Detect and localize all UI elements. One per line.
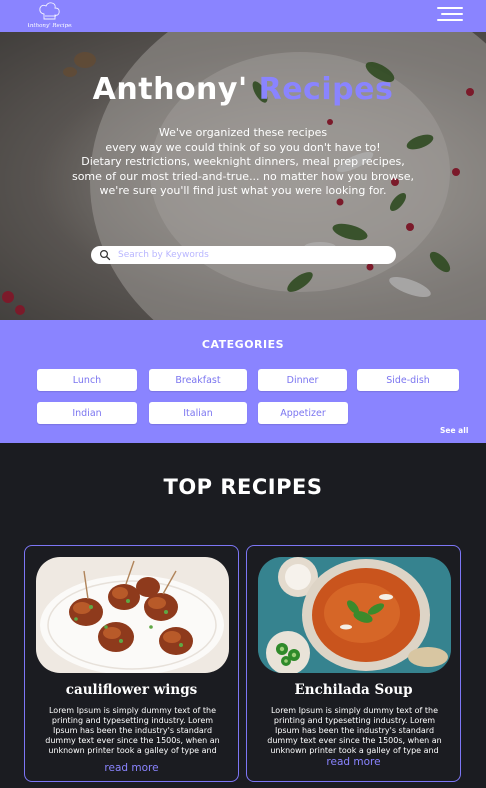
recipe-description: Lorem Ipsum is simply dummy text of the … bbox=[267, 706, 442, 755]
menu-line bbox=[437, 7, 463, 9]
search-input[interactable] bbox=[118, 246, 388, 264]
hero-text-line: every way we could think of so you don't… bbox=[105, 140, 381, 154]
enchilada-soup-image bbox=[258, 557, 451, 673]
category-button-appetizer[interactable]: Appetizer bbox=[258, 402, 348, 424]
hero-text-line: Dietary restrictions, weeknight dinners,… bbox=[81, 155, 405, 168]
cauliflower-wings-image bbox=[36, 557, 229, 673]
hero-text-line: we're sure you'll find just what you wer… bbox=[99, 184, 387, 197]
category-button-dinner[interactable]: Dinner bbox=[258, 369, 347, 391]
chef-hat-logo-icon: Anthony' Recipes bbox=[25, 2, 74, 29]
recipe-name: cauliflower wings bbox=[65, 682, 198, 698]
search-bar[interactable] bbox=[91, 246, 396, 264]
recipe-image bbox=[258, 557, 451, 673]
hamburger-menu-icon[interactable] bbox=[437, 7, 463, 23]
svg-text:Anthony' Recipes: Anthony' Recipes bbox=[28, 23, 72, 29]
hero-description: We've organized these recipes every way … bbox=[60, 126, 426, 199]
top-recipes-title: TOP RECIPES bbox=[163, 475, 323, 499]
categories-section: CATEGORIES Lunch Breakfast Dinner Side-d… bbox=[0, 320, 486, 443]
logo[interactable]: Anthony' Recipes bbox=[25, 1, 74, 31]
category-button-lunch[interactable]: Lunch bbox=[37, 369, 137, 391]
category-button-side-dish[interactable]: Side-dish bbox=[357, 369, 459, 391]
recipe-card[interactable]: Enchilada Soup Lorem Ipsum is simply dum… bbox=[246, 545, 461, 782]
hero-banner: Anthony' Recipes We've organized these r… bbox=[0, 32, 486, 320]
recipe-image bbox=[36, 557, 229, 673]
hero-title: Anthony' Recipes bbox=[0, 72, 486, 107]
hero-title-accent: Recipes bbox=[258, 72, 394, 107]
hero-text-line: some of our most tried-and-true... no ma… bbox=[71, 169, 415, 183]
category-button-breakfast[interactable]: Breakfast bbox=[149, 369, 247, 391]
search-icon bbox=[99, 249, 111, 261]
read-more-link[interactable]: read more bbox=[25, 762, 238, 774]
top-navbar: Anthony' Recipes bbox=[0, 0, 486, 32]
category-button-indian[interactable]: Indian bbox=[37, 402, 137, 424]
recipe-name: Enchilada Soup bbox=[294, 682, 413, 698]
recipe-description: Lorem Ipsum is simply dummy text of the … bbox=[45, 706, 220, 755]
see-all-link[interactable]: See all bbox=[440, 426, 468, 435]
menu-line bbox=[437, 19, 463, 21]
hero-title-main: Anthony' bbox=[92, 72, 248, 107]
read-more-link[interactable]: read more bbox=[247, 756, 460, 768]
hero-text-line: We've organized these recipes bbox=[158, 126, 328, 139]
recipe-card[interactable]: cauliflower wings Lorem Ipsum is simply … bbox=[24, 545, 239, 782]
menu-line bbox=[441, 13, 463, 15]
categories-title: CATEGORIES bbox=[201, 338, 285, 351]
category-button-italian[interactable]: Italian bbox=[149, 402, 247, 424]
